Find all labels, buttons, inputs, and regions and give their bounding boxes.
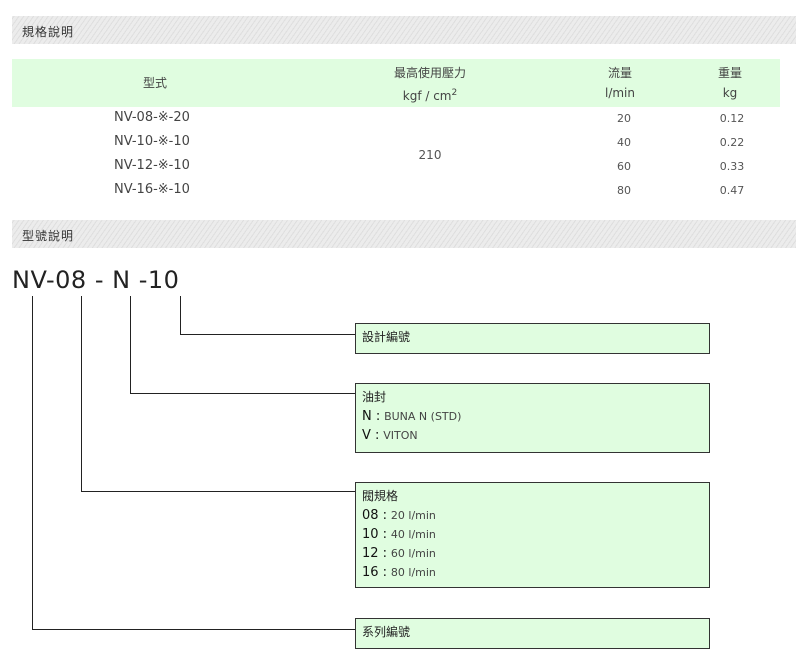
valve-spec-key: 16 : [362,565,388,580]
oil-seal-value: VITON [383,429,418,442]
model-section-title: 型號說明 [22,229,75,243]
table-row-flow: 40 [617,136,631,149]
valve-spec-item: 12 : 60 l/min [362,544,703,563]
table-row-model: NV-08-※-20 [114,110,190,125]
valve-spec-value: 80 l/min [390,566,436,579]
header-model: 型式 [142,76,167,90]
header-weight-unit: kg [722,86,738,100]
header-weight: 重量 kg [700,63,760,103]
header-pressure: 最高使用壓力 kgf / cm2 [370,63,490,106]
table-row-flow: 60 [617,160,631,173]
design-number-title: 設計編號 [362,330,411,344]
model-code-series: NV [12,266,46,294]
oil-seal-item: V : VITON [362,426,703,445]
oil-seal-key: V : [362,428,380,443]
spec-section-header: 規格說明 [12,16,796,44]
pressure-value: 210 [418,148,442,162]
valve-spec-key: 08 : [362,508,388,523]
valve-spec-item: 10 : 40 l/min [362,525,703,544]
header-flow-label: 流量 [607,66,632,80]
model-code-design: 10 [147,266,180,294]
model-code: NV-08 - N -10 [12,266,179,294]
valve-spec-value: 60 l/min [390,547,436,560]
connector-valve-vertical [81,296,82,492]
table-row-model: NV-10-※-10 [114,134,190,149]
oil-seal-item: N : BUNA N (STD) [362,407,703,426]
table-row-weight: 0.33 [719,160,745,173]
valve-spec-item: 08 : 20 l/min [362,506,703,525]
table-row-weight: 0.22 [719,136,745,149]
oil-seal-title: 油封 [362,390,387,404]
connector-series-horizontal [32,629,355,630]
header-weight-label: 重量 [717,66,742,80]
valve-spec-value: 40 l/min [390,528,436,541]
oil-seal-key: N : [362,409,381,424]
valve-spec-key: 12 : [362,546,388,561]
header-pressure-unit: kgf / cm2 [370,83,490,106]
design-number-box: 設計編號 [355,323,710,354]
header-flow-unit: l/min [604,86,635,100]
table-row-weight: 0.47 [719,184,745,197]
spec-section-title: 規格說明 [22,25,75,39]
valve-spec-box: 閥規格 08 : 20 l/min 10 : 40 l/min 12 : 60 … [355,482,710,588]
table-row-flow: 80 [617,184,631,197]
oil-seal-box: 油封 N : BUNA N (STD) V : VITON [355,383,710,453]
model-code-dash: - [45,266,56,294]
table-row-model: NV-16-※-10 [114,182,190,197]
connector-design-vertical [180,296,181,335]
connector-design-horizontal [180,334,355,335]
pressure-unit-text: kgf / cm [402,89,452,103]
model-code-valve: 08 [55,266,87,294]
pressure-unit-sup: 2 [451,88,458,98]
connector-series-vertical [32,296,33,630]
model-code-dash: - [94,266,104,294]
table-row-model: NV-12-※-10 [114,158,190,173]
table-row-weight: 0.12 [719,112,745,125]
valve-spec-value: 20 l/min [390,509,436,522]
oil-seal-value: BUNA N (STD) [384,410,462,423]
valve-spec-item: 16 : 80 l/min [362,563,703,582]
valve-spec-key: 10 : [362,527,388,542]
model-code-dash: - [138,266,148,294]
connector-valve-horizontal [81,491,355,492]
valve-spec-title: 閥規格 [362,489,399,503]
table-row-flow: 20 [617,112,631,125]
connector-seal-horizontal [130,393,355,394]
header-flow: 流量 l/min [590,63,650,103]
series-number-box: 系列編號 [355,618,710,649]
connector-seal-vertical [130,296,131,394]
header-pressure-label: 最高使用壓力 [393,66,466,80]
model-section-header: 型號說明 [12,220,796,248]
model-code-seal: N [112,266,131,294]
series-number-title: 系列編號 [362,625,411,639]
